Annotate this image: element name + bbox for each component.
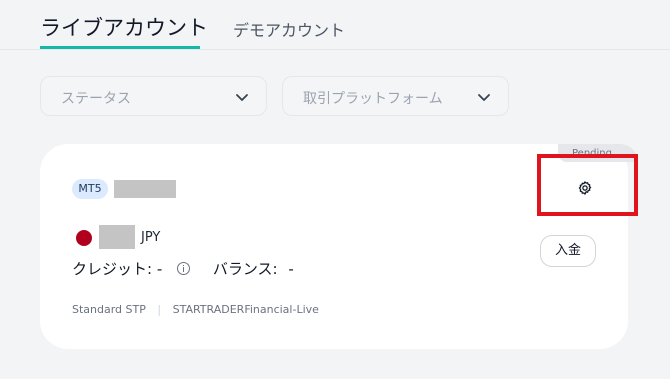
chevron-down-icon — [478, 94, 490, 101]
balance-label: バランス: — [212, 260, 278, 278]
platform-filter-select[interactable]: 取引プラットフォーム — [282, 76, 509, 116]
account-type: Standard STP — [72, 303, 146, 316]
balance-redacted — [99, 225, 135, 249]
tab-demo-account[interactable]: デモアカウント — [233, 17, 345, 45]
account-card: Pending MT5 JPY クレジット: - バランス: - 入金 Stan… — [40, 144, 638, 349]
info-icon[interactable] — [177, 262, 191, 275]
deposit-button[interactable]: 入金 — [540, 235, 596, 267]
credit-balance-row: クレジット: - バランス: - — [72, 258, 294, 279]
balance-value: - — [288, 260, 294, 278]
tab-live-account[interactable]: ライブアカウント — [40, 14, 208, 42]
account-tabs: ライブアカウント デモアカウント — [0, 0, 670, 50]
meta-divider: | — [157, 303, 162, 316]
account-meta: Standard STP | STARTRADERFinancial-Live — [72, 303, 319, 316]
japan-flag-icon — [76, 230, 92, 246]
platform-badge: MT5 — [72, 179, 108, 199]
active-tab-indicator — [40, 46, 200, 49]
credit-label: クレジット: — [72, 260, 153, 278]
credit-value: - — [156, 260, 163, 278]
status-filter-select[interactable]: ステータス — [40, 76, 267, 116]
gear-icon[interactable] — [577, 180, 593, 196]
status-filter-placeholder: ステータス — [61, 91, 131, 107]
platform-filter-placeholder: 取引プラットフォーム — [303, 91, 443, 107]
server-name: STARTRADERFinancial-Live — [172, 303, 319, 316]
currency-label: JPY — [141, 230, 161, 245]
account-number-redacted — [114, 180, 176, 198]
chevron-down-icon — [236, 94, 248, 101]
